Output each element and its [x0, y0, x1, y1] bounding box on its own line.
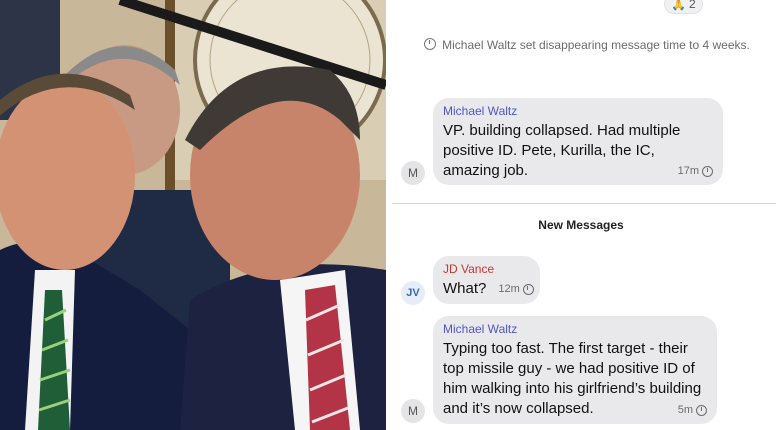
reaction-emoji: 🙏 [671, 0, 686, 11]
timer-icon [424, 38, 437, 50]
sender-name: Michael Waltz [443, 104, 518, 118]
system-message: Michael Waltz set disappearing message t… [422, 37, 752, 53]
message-bubble[interactable]: Michael Waltz Typing too fast. The first… [433, 316, 717, 424]
avatar-initials: M [408, 404, 418, 418]
message-bubble[interactable]: JD Vance What? 12m [433, 256, 540, 304]
message-text: What? [443, 280, 487, 297]
chat-pane: 🙏 2 Michael Waltz set disappearing messa… [386, 0, 776, 430]
new-messages-label: New Messages [538, 218, 624, 232]
avatar[interactable]: JV [401, 281, 425, 305]
avatar-initials: M [408, 166, 418, 180]
divider [392, 203, 776, 204]
sender-name: JD Vance [443, 262, 495, 276]
message-time: 12m [498, 279, 534, 299]
reaction-count: 2 [688, 0, 696, 11]
reaction-badge[interactable]: 🙏 2 [664, 0, 703, 14]
time-text: 17m [677, 165, 699, 177]
clock-icon [522, 283, 534, 295]
clock-icon [696, 404, 707, 416]
message-time: 5m [678, 404, 707, 416]
message-text: Typing too fast. The first target - thei… [443, 340, 702, 417]
time-text: 12m [498, 283, 520, 295]
message-time: 17m [678, 165, 713, 177]
system-message-text: Michael Waltz set disappearing message t… [442, 38, 750, 52]
news-photo [0, 0, 386, 430]
avatar-initials: JV [406, 287, 420, 299]
sender-name: Michael Waltz [443, 322, 518, 336]
avatar[interactable]: M [401, 399, 425, 423]
message-text: VP. building collapsed. Had multiple pos… [443, 122, 681, 179]
time-text: 5m [677, 404, 693, 416]
photo-illustration [0, 0, 386, 430]
clock-icon [702, 165, 713, 177]
message-bubble[interactable]: Michael Waltz VP. building collapsed. Ha… [433, 98, 723, 185]
avatar[interactable]: M [401, 161, 425, 185]
